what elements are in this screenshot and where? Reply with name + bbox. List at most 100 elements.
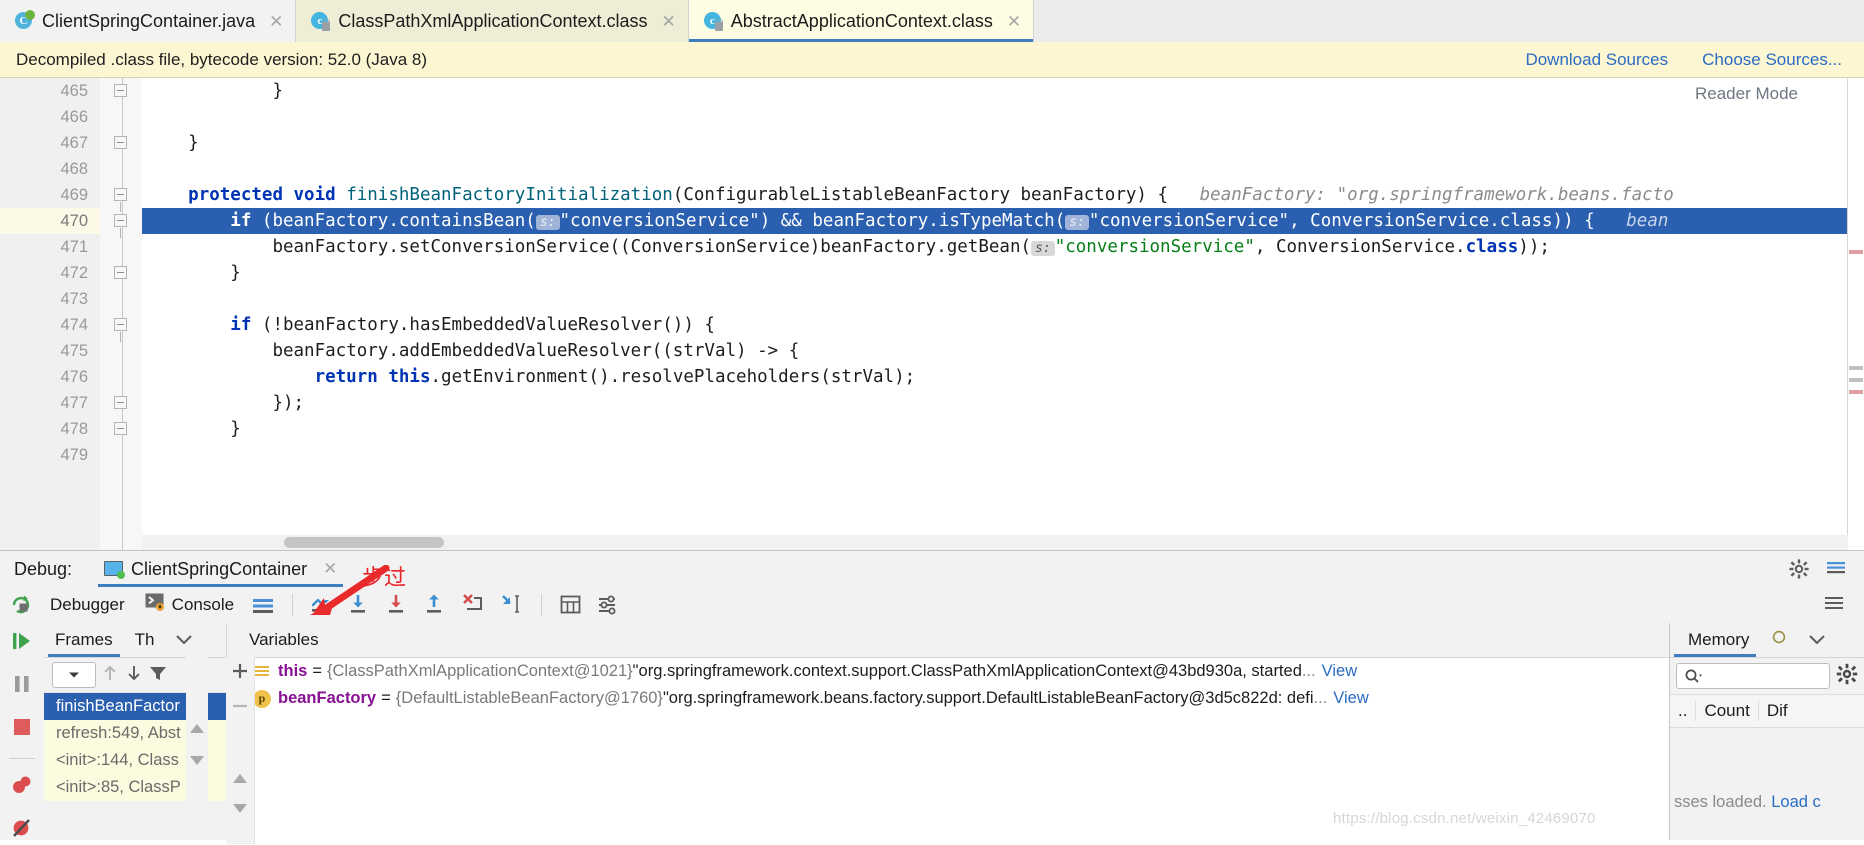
gutter-row[interactable]: 468 [0, 156, 100, 182]
stop-icon[interactable] [10, 715, 34, 744]
fold-expand-icon[interactable] [114, 214, 127, 238]
scroll-down-icon[interactable] [232, 799, 248, 819]
tab-debugger[interactable]: Debugger [40, 595, 135, 615]
memory-load-classes-link[interactable]: Load c [1771, 793, 1821, 811]
scroll-up-icon[interactable] [189, 719, 205, 739]
memory-search-input[interactable] [1676, 663, 1830, 689]
gutter-row[interactable]: 476 [0, 364, 100, 390]
hide-window-icon[interactable] [1826, 560, 1846, 583]
fold-row[interactable] [100, 390, 142, 416]
drop-frame-icon[interactable] [461, 592, 487, 618]
editor-tab-classpathxmlapplicationcontext[interactable]: c ClassPathXmlApplicationContext.class ✕ [296, 0, 689, 42]
fold-row[interactable] [100, 338, 142, 364]
code-line[interactable]: protected void finishBeanFactoryInitiali… [142, 182, 1864, 208]
code-line[interactable]: } [142, 416, 1864, 442]
gutter-row[interactable]: 470 [0, 208, 100, 234]
settings-icon[interactable] [596, 592, 622, 618]
run-to-cursor-icon[interactable] [499, 592, 525, 618]
gutter-row[interactable]: 467 [0, 130, 100, 156]
editor-tab-clientspringcontainer[interactable]: C ClientSpringContainer.java ✕ [0, 0, 297, 42]
code-line[interactable]: }); [142, 390, 1864, 416]
code-line[interactable] [142, 156, 1864, 182]
fold-row[interactable] [100, 182, 142, 212]
gutter-row[interactable]: 472 [0, 260, 100, 286]
editor-tab-abstractapplicationcontext[interactable]: c AbstractApplicationContext.class ✕ [688, 0, 1035, 42]
gutter-row[interactable]: 479 [0, 442, 100, 468]
fold-collapse-icon[interactable] [114, 136, 127, 149]
tab-threads[interactable]: Th [124, 623, 166, 657]
gutter-row[interactable]: 466 [0, 104, 100, 130]
code-line[interactable]: } [142, 260, 1864, 286]
memory-column-count[interactable]: Count [1695, 701, 1757, 721]
layout-settings-icon[interactable] [250, 592, 276, 618]
remove-watch-icon[interactable] [230, 696, 250, 721]
fold-row[interactable] [100, 130, 142, 156]
error-stripe-markbar[interactable] [1848, 78, 1864, 550]
frames-scroll-controls[interactable] [186, 657, 208, 840]
variable-view-link[interactable]: View [1333, 685, 1368, 712]
fold-row[interactable] [100, 78, 142, 104]
memory-column-class[interactable]: .. [1670, 701, 1695, 721]
variable-view-link[interactable]: View [1322, 658, 1357, 685]
horizontal-scrollbar-track[interactable] [142, 535, 1848, 550]
tab-variables[interactable]: Variables [227, 623, 330, 657]
gutter-row[interactable]: 474 [0, 312, 100, 338]
fold-row[interactable] [100, 104, 142, 130]
reader-mode-label[interactable]: Reader Mode [1695, 84, 1798, 104]
tab-memory[interactable]: Memory [1670, 623, 1760, 657]
code-line[interactable]: if (beanFactory.containsBean(s: "conversi… [142, 208, 1864, 234]
code-line[interactable]: if (!beanFactory.hasEmbeddedValueResolve… [142, 312, 1864, 338]
code-line[interactable] [142, 442, 1864, 468]
fold-row[interactable] [100, 286, 142, 312]
fold-row[interactable] [100, 416, 142, 442]
fold-row[interactable] [100, 208, 142, 238]
frame-up-icon[interactable] [100, 663, 120, 688]
fold-collapse-icon[interactable] [114, 84, 127, 97]
gutter-row[interactable]: 478 [0, 416, 100, 442]
code-line[interactable] [142, 286, 1864, 312]
fold-expand-icon[interactable] [114, 318, 127, 342]
toolbar-overflow-icon[interactable] [1822, 592, 1848, 618]
gutter-row[interactable]: 475 [0, 338, 100, 364]
chevron-down-icon[interactable] [1798, 623, 1836, 657]
code-line[interactable]: return this.getEnvironment().resolvePlac… [142, 364, 1864, 390]
close-icon[interactable]: ✕ [269, 13, 283, 30]
fold-row[interactable] [100, 312, 142, 342]
memory-column-diff[interactable]: Dif [1757, 701, 1796, 721]
horizontal-scrollbar-thumb[interactable] [284, 537, 444, 548]
fold-row[interactable] [100, 156, 142, 182]
choose-sources-link[interactable]: Choose Sources... [1702, 50, 1842, 70]
code-content[interactable]: } } protected void finishBeanFactoryInit… [142, 78, 1864, 550]
code-line[interactable]: beanFactory.setConversionService((Conver… [142, 234, 1864, 260]
gutter-row[interactable]: 469 [0, 182, 100, 208]
rerun-icon[interactable] [8, 592, 34, 618]
fold-row[interactable] [100, 234, 142, 260]
code-line[interactable] [142, 104, 1864, 130]
evaluate-expression-icon[interactable] [558, 592, 584, 618]
tab-frames[interactable]: Frames [44, 623, 124, 657]
tab-console[interactable]: Console [135, 593, 244, 617]
code-editor[interactable]: 465 466 467 468 469 470 471 472 473 474 475 476 477 4… [0, 78, 1864, 550]
code-folding-column[interactable] [100, 78, 142, 550]
pause-program-icon[interactable] [10, 672, 34, 701]
download-sources-link[interactable]: Download Sources [1525, 50, 1668, 70]
thread-selector-dropdown[interactable] [52, 662, 96, 688]
add-watch-icon[interactable] [230, 661, 250, 686]
variable-row[interactable]: ›pbeanFactory={DefaultListableBeanFactor… [227, 685, 1670, 712]
filter-frames-icon[interactable] [148, 663, 168, 688]
fold-row[interactable] [100, 260, 142, 286]
gutter-row[interactable]: 473 [0, 286, 100, 312]
step-out-icon[interactable] [423, 592, 449, 618]
view-breakpoints-icon[interactable] [10, 773, 34, 802]
fold-collapse-icon[interactable] [114, 266, 127, 279]
code-line[interactable]: } [142, 78, 1864, 104]
memory-settings-gear-icon[interactable] [1836, 663, 1858, 690]
fold-expand-icon[interactable] [114, 188, 127, 212]
variables-list[interactable]: ›this={ClassPathXmlApplicationContext@10… [227, 658, 1670, 712]
fold-collapse-icon[interactable] [114, 422, 127, 435]
scroll-down-icon[interactable] [189, 751, 205, 771]
mute-breakpoints-icon[interactable] [10, 816, 34, 845]
fold-row[interactable] [100, 442, 142, 468]
frame-down-icon[interactable] [124, 663, 144, 688]
code-line[interactable]: beanFactory.addEmbeddedValueResolver((st… [142, 338, 1864, 364]
